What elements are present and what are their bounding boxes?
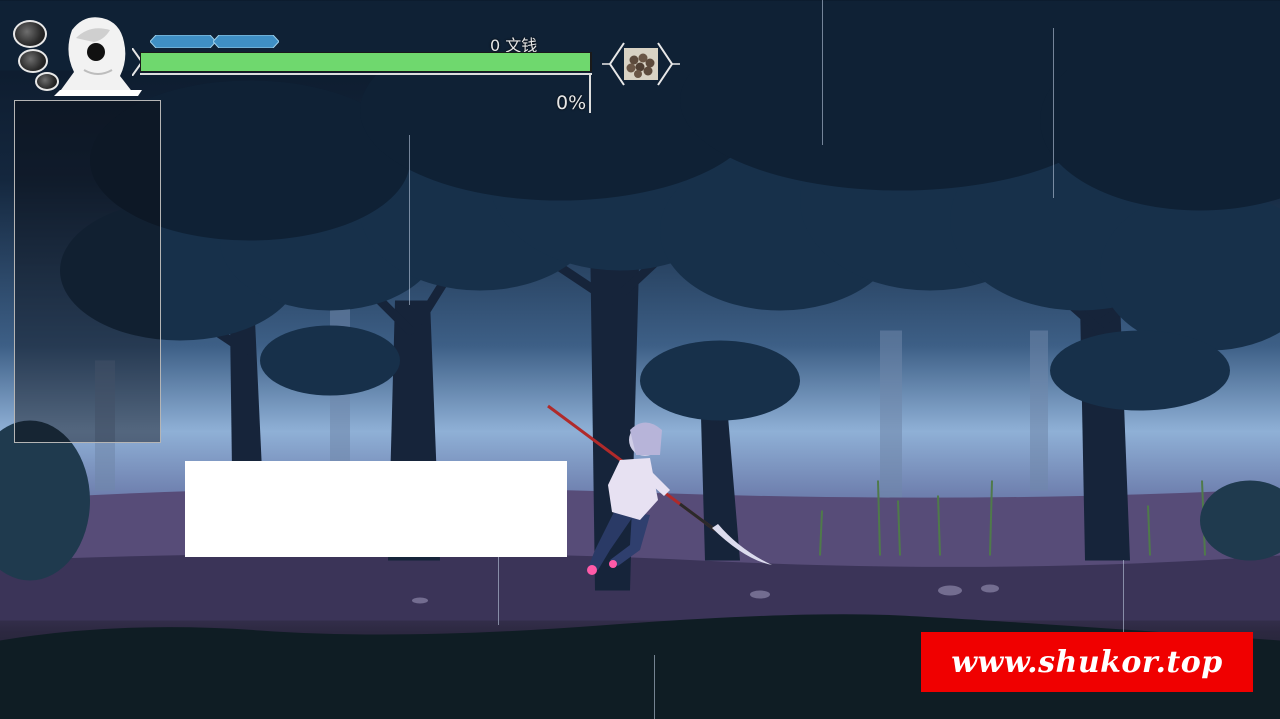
player-character xyxy=(547,404,772,575)
progress-divider xyxy=(589,73,591,113)
game-scene: 0 文钱 0% www.shukor.top xyxy=(0,0,1280,719)
rain-streak xyxy=(822,0,823,145)
chevron-right-icon[interactable] xyxy=(657,42,674,86)
watermark-banner: www.shukor.top xyxy=(921,632,1253,692)
rain-streak xyxy=(1053,28,1054,198)
player-portrait xyxy=(54,17,142,96)
rain-streak xyxy=(498,545,499,625)
forest-background xyxy=(0,0,1280,719)
rain-streak xyxy=(654,655,655,719)
chevron-left-icon[interactable] xyxy=(608,42,625,86)
minimap-panel xyxy=(14,100,161,443)
energy-segment-1 xyxy=(150,35,216,48)
energy-segment-2 xyxy=(213,35,279,48)
rain-streak xyxy=(409,135,410,305)
dialog-box xyxy=(185,461,567,557)
watermark-text: www.shukor.top xyxy=(951,644,1223,680)
soul-orb-icon xyxy=(18,49,48,73)
health-bar-underline xyxy=(140,73,592,75)
health-bar-fill xyxy=(141,53,590,71)
progress-percent: 0% xyxy=(556,92,587,114)
item-selector[interactable] xyxy=(600,40,682,88)
soul-orb-icon xyxy=(13,20,47,48)
